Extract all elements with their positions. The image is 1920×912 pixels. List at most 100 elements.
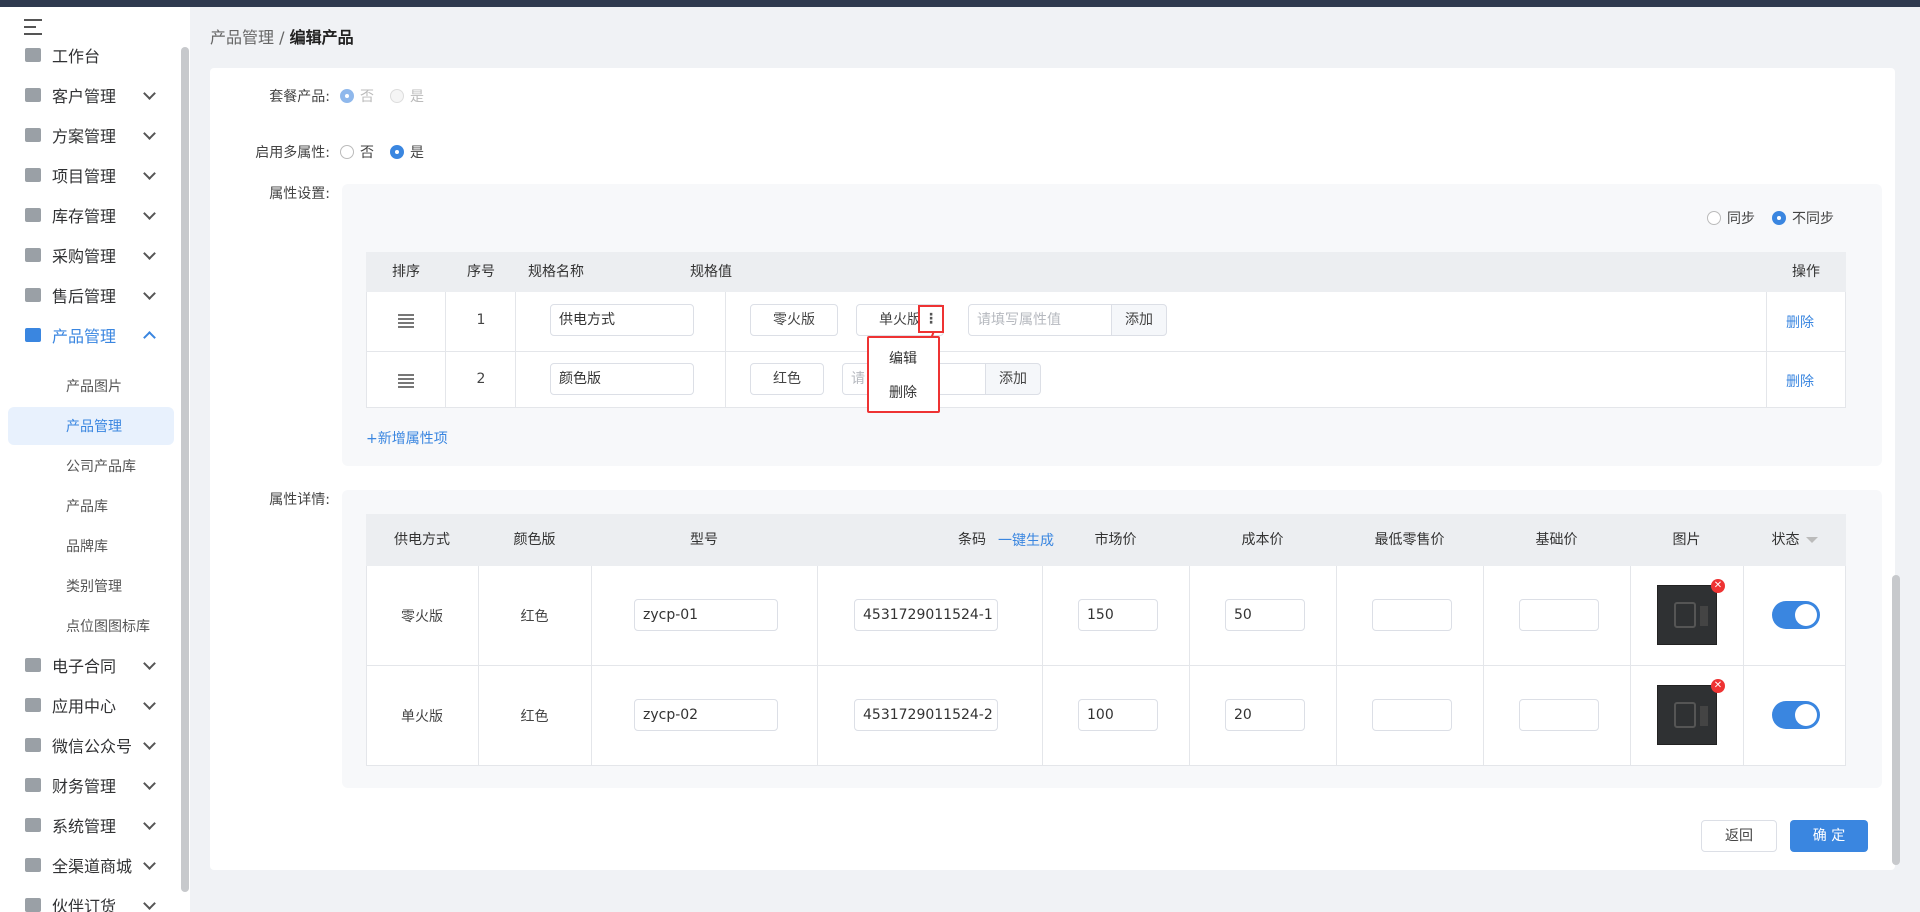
spec-value-input[interactable]: 请填写属性值 — [968, 304, 1112, 336]
cell-power: 单火版 — [401, 709, 443, 725]
th-spec-name: 规格名称 — [528, 264, 584, 280]
document-icon — [24, 127, 42, 143]
context-menu-delete[interactable]: 删除 — [889, 382, 917, 402]
add-attribute-link[interactable]: +新增属性项 — [366, 428, 448, 448]
sidebar-scrollbar[interactable] — [181, 47, 189, 892]
col-divider — [725, 292, 726, 408]
delete-row-link[interactable]: 删除 — [1786, 371, 1814, 391]
model-input[interactable]: zycp-01 — [634, 599, 778, 631]
row-index: 1 — [476, 312, 486, 328]
sync-radio[interactable]: 同步 — [1707, 208, 1755, 228]
sub-item-category[interactable]: 类别管理 — [8, 567, 174, 605]
col-divider — [1189, 566, 1190, 766]
more-options-icon[interactable]: ⋮ — [918, 305, 944, 333]
sub-item-brand-library[interactable]: 品牌库 — [8, 527, 174, 565]
market-price-input[interactable]: 150 — [1078, 599, 1158, 631]
nav-item-customer[interactable]: 客户管理 — [0, 77, 180, 113]
col-divider — [366, 566, 367, 766]
apps-icon — [24, 697, 42, 713]
sub-item-point-icon-library[interactable]: 点位图图标库 — [8, 607, 174, 645]
multi-attr-radio-no[interactable]: 否 — [340, 142, 374, 162]
radio-icon — [1772, 211, 1786, 225]
customer-icon — [24, 87, 42, 103]
nav-item-apps[interactable]: 应用中心 — [0, 687, 180, 723]
sub-item-company-library[interactable]: 公司产品库 — [8, 447, 174, 485]
home-icon — [24, 47, 42, 63]
detail-table: 供电方式 颜色版 型号 条码 一键生成 市场价 成本价 最低零售价 基础价 图片… — [366, 514, 1846, 766]
nav-item-contract[interactable]: 电子合同 — [0, 647, 180, 683]
col-divider — [1483, 566, 1484, 766]
th-market-price: 市场价 — [1094, 532, 1137, 548]
main-scrollbar[interactable] — [1892, 575, 1900, 865]
th-color: 颜色版 — [513, 532, 556, 548]
breadcrumb-separator: / — [279, 28, 285, 47]
add-value-button[interactable]: 添加 — [985, 363, 1041, 395]
multi-attr-radio-yes[interactable]: 是 — [390, 142, 424, 162]
product-image-thumbnail[interactable]: ✕ — [1657, 579, 1725, 645]
nav-item-plan[interactable]: 方案管理 — [0, 117, 180, 153]
value-context-menu: 编辑 删除 — [867, 336, 940, 413]
min-retail-price-input[interactable] — [1372, 699, 1452, 731]
cost-price-input[interactable]: 20 — [1225, 699, 1305, 731]
package-radio-yes: 是 — [390, 86, 424, 106]
radio-icon — [1707, 211, 1721, 225]
market-price-input[interactable]: 100 — [1078, 699, 1158, 731]
chevron-down-icon — [143, 657, 156, 670]
add-value-button[interactable]: 添加 — [1111, 304, 1167, 336]
nav-item-partner[interactable]: 伙伴订货 — [0, 887, 180, 912]
menu-toggle-icon[interactable] — [24, 19, 44, 35]
nav-item-workbench[interactable]: 工作台 — [0, 37, 180, 73]
nav-item-system[interactable]: 系统管理 — [0, 807, 180, 843]
chevron-down-icon — [143, 897, 156, 910]
nav-item-wechat[interactable]: 微信公众号 — [0, 727, 180, 763]
remove-image-icon[interactable]: ✕ — [1711, 679, 1725, 693]
col-divider — [1336, 566, 1337, 766]
status-toggle[interactable] — [1772, 601, 1820, 629]
drag-handle-icon[interactable] — [398, 314, 414, 328]
finance-icon — [24, 777, 42, 793]
base-price-input[interactable] — [1519, 599, 1599, 631]
spec-name-input[interactable]: 供电方式 — [550, 304, 694, 336]
remove-image-icon[interactable]: ✕ — [1711, 579, 1725, 593]
cost-price-input[interactable]: 50 — [1225, 599, 1305, 631]
barcode-input[interactable]: 4531729011524-1 — [854, 599, 998, 631]
nav-item-mall[interactable]: 全渠道商城 — [0, 847, 180, 883]
product-image-thumbnail[interactable]: ✕ — [1657, 679, 1725, 745]
nav-item-aftersale[interactable]: 售后管理 — [0, 277, 180, 313]
attr-details-panel: 供电方式 颜色版 型号 条码 一键生成 市场价 成本价 最低零售价 基础价 图片… — [342, 490, 1882, 788]
spec-name-input[interactable]: 颜色版 — [550, 363, 694, 395]
drag-handle-icon[interactable] — [398, 374, 414, 388]
breadcrumb: 产品管理 / 编辑产品 — [210, 24, 354, 48]
nosync-radio[interactable]: 不同步 — [1772, 208, 1834, 228]
delete-row-link[interactable]: 删除 — [1786, 312, 1814, 332]
th-spec-values: 规格值 — [690, 264, 732, 280]
min-retail-price-input[interactable] — [1372, 599, 1452, 631]
th-barcode: 条码 — [958, 532, 986, 548]
base-price-input[interactable] — [1519, 699, 1599, 731]
nav-item-project[interactable]: 项目管理 — [0, 157, 180, 193]
cart-icon — [24, 247, 42, 263]
context-menu-edit[interactable]: 编辑 — [889, 348, 917, 368]
sub-item-product-manage[interactable]: 产品管理 — [8, 407, 174, 445]
th-status[interactable]: 状态 — [1743, 514, 1846, 566]
breadcrumb-parent[interactable]: 产品管理 — [210, 28, 274, 47]
nav-item-finance[interactable]: 财务管理 — [0, 767, 180, 803]
sidebar: 工作台 客户管理 方案管理 项目管理 库存管理 采购管理 售后管理 产品管理 产… — [0, 7, 190, 912]
status-toggle[interactable] — [1772, 701, 1820, 729]
col-divider — [1042, 566, 1043, 766]
cell-color: 红色 — [520, 609, 549, 625]
nav-item-inventory[interactable]: 库存管理 — [0, 197, 180, 233]
radio-icon — [340, 89, 354, 103]
partner-icon — [24, 897, 42, 912]
sub-item-product-images[interactable]: 产品图片 — [8, 367, 174, 405]
barcode-input[interactable]: 4531729011524-2 — [854, 699, 998, 731]
chevron-down-icon — [143, 737, 156, 750]
model-input[interactable]: zycp-02 — [634, 699, 778, 731]
confirm-button[interactable]: 确 定 — [1790, 820, 1868, 852]
back-button[interactable]: 返回 — [1701, 820, 1777, 852]
spec-value-tag[interactable]: 红色 — [750, 363, 824, 395]
nav-item-product[interactable]: 产品管理 — [0, 317, 180, 353]
spec-value-tag[interactable]: 零火版 — [750, 304, 838, 336]
nav-item-purchase[interactable]: 采购管理 — [0, 237, 180, 273]
sub-item-product-library[interactable]: 产品库 — [8, 487, 174, 525]
